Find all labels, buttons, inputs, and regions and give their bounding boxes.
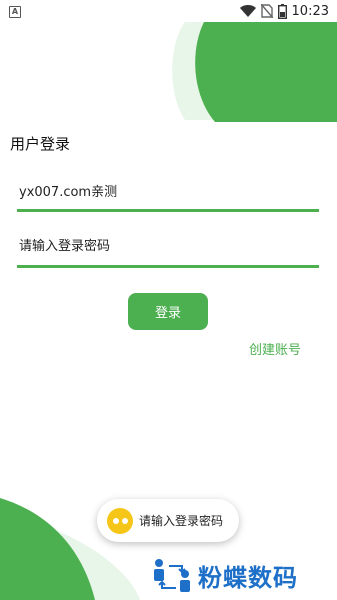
create-account-link[interactable]: 创建账号 xyxy=(249,339,301,358)
transfer-users-icon xyxy=(154,559,190,592)
clock: 10:23 xyxy=(291,3,329,19)
watermark: 粉蝶数码 xyxy=(152,556,324,594)
status-icons: 10:23 xyxy=(239,3,329,19)
username-field[interactable] xyxy=(17,172,319,212)
no-sim-icon xyxy=(260,4,273,18)
wifi-icon xyxy=(239,4,256,17)
toast-message: 请输入登录密码 xyxy=(139,514,224,528)
page-title: 用户登录 xyxy=(10,135,71,153)
login-button[interactable]: 登录 xyxy=(128,293,208,330)
toast: 请输入登录密码 xyxy=(97,499,239,542)
status-bar: A 10:23 xyxy=(0,0,337,22)
battery-icon xyxy=(277,3,287,19)
watermark-text: 粉蝶数码 xyxy=(198,563,298,592)
password-field[interactable] xyxy=(17,228,319,268)
app-notification-icon: A xyxy=(9,6,21,18)
emoji-face-icon xyxy=(107,507,133,534)
